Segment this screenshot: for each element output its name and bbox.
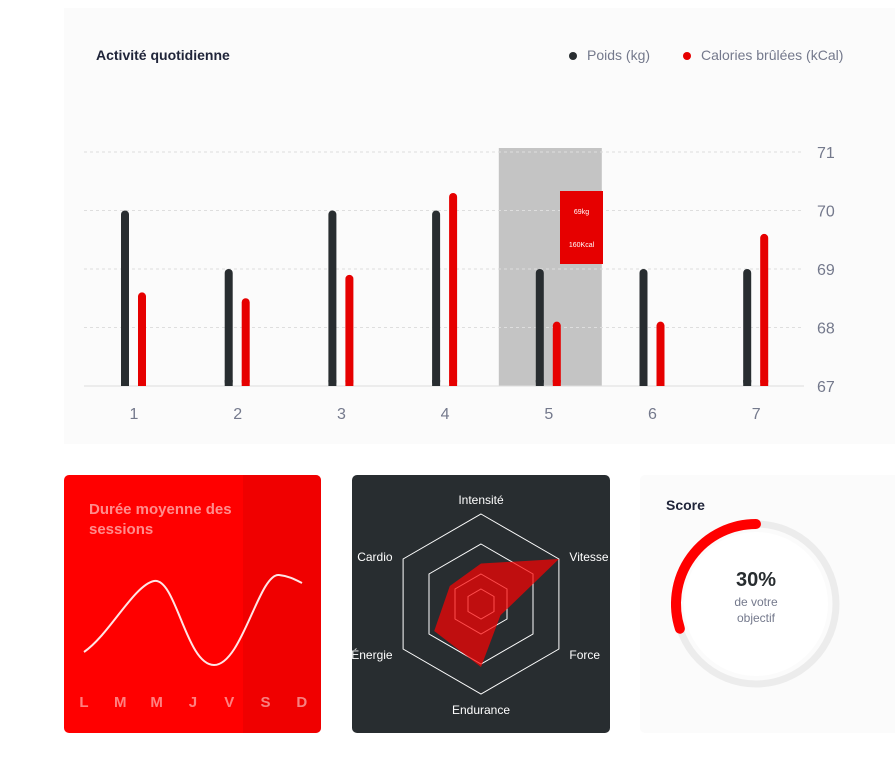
weight-bar-base: [432, 380, 441, 386]
weight-bar-base: [121, 380, 129, 386]
weight-bar: [432, 210, 441, 387]
weight-bar-base: [224, 380, 233, 386]
calories-bar: [760, 233, 769, 387]
calories-bar-base: [138, 380, 146, 386]
score-chart: Score 30% de votre objectif: [666, 497, 840, 688]
weight-bar-base: [328, 380, 337, 386]
daily-activity-chart: Activité quotidienne Poids (kg) Calories…: [84, 47, 843, 423]
calories-bar-base: [345, 380, 354, 386]
activity-x-tick: 1: [130, 406, 139, 423]
activity-x-tick: 5: [544, 406, 553, 423]
performance-radar-panel: Intensité Vitesse Force Endurance Énergie Car…: [352, 475, 610, 733]
sessions-title: Durée moyenne des sessions: [89, 501, 232, 538]
sessions-day-label: M: [150, 694, 163, 711]
activity-x-tick: 2: [233, 406, 242, 423]
activity-y-tick: 70: [817, 204, 835, 221]
legend-weight-dot: [569, 52, 577, 60]
legend-calories-dot: [683, 52, 691, 60]
activity-tooltip: 69kg 160Kcal: [560, 191, 603, 264]
weight-bar: [639, 269, 648, 387]
calories-bar: [656, 321, 665, 387]
radar-axis-label: Force: [569, 648, 600, 662]
weight-bar-base: [535, 380, 544, 386]
hovered-day-highlight: [498, 148, 602, 386]
sessions-day-label: S: [260, 694, 270, 711]
sessions-title-wrap: Durée moyenne des sessions: [89, 501, 232, 538]
activity-y-tick: 68: [817, 321, 835, 338]
radar-area: [434, 559, 559, 667]
weight-bar-base: [639, 380, 648, 386]
activity-title: Activité quotidienne: [96, 47, 230, 63]
legend-calories-label: Calories brûlées (kCal): [701, 47, 843, 63]
tooltip-calories: 160Kcal: [569, 242, 595, 249]
average-sessions-panel: Durée moyenne des sessions L M M J V S D: [64, 475, 321, 733]
radar-axis-label: Endurance: [452, 703, 510, 717]
score-caption-line1: de votre: [734, 595, 778, 609]
daily-activity-panel: Activité quotidienne Poids (kg) Calories…: [64, 8, 895, 444]
activity-y-tick: 71: [817, 145, 835, 162]
weight-bar: [535, 269, 544, 387]
activity-y-tick: 69: [817, 262, 835, 279]
radar-axis-label: Vitesse: [569, 550, 608, 564]
activity-x-tick: 3: [337, 406, 346, 423]
tooltip-box: [560, 191, 603, 264]
sessions-day-label: D: [296, 694, 307, 711]
radar-axis-label: Intensité: [458, 493, 504, 507]
calories-bar: [241, 298, 250, 387]
weight-bar: [121, 210, 129, 387]
calories-bar: [138, 292, 146, 387]
activity-x-tick: 4: [441, 406, 450, 423]
calories-bar-base: [656, 380, 665, 386]
calories-bar-base: [241, 380, 250, 386]
sessions-day-label: L: [79, 694, 88, 711]
calories-bar-base: [449, 380, 458, 386]
legend-weight-label: Poids (kg): [587, 47, 650, 63]
weight-bar: [328, 210, 337, 387]
sessions-day-label: V: [224, 694, 234, 711]
calories-bar: [449, 192, 458, 387]
weight-bar-base: [743, 380, 752, 386]
calories-bar-base: [552, 380, 561, 386]
score-panel: Score 30% de votre objectif: [640, 475, 895, 733]
sessions-day-label: M: [114, 694, 127, 711]
score-title: Score: [666, 497, 705, 513]
activity-x-tick: 7: [752, 406, 761, 423]
activity-bars: [121, 192, 769, 387]
activity-x-axis: 1 2 3 4 5 6 7: [130, 406, 761, 423]
radar-axis-label: Cardio: [357, 550, 393, 564]
calories-bar: [345, 274, 354, 387]
radar-axis-label: Énergie: [352, 647, 393, 662]
activity-x-tick: 6: [648, 406, 657, 423]
tooltip-weight: 69kg: [574, 209, 589, 216]
calories-bar: [552, 321, 561, 387]
activity-legend: Poids (kg) Calories brûlées (kCal): [569, 47, 843, 63]
score-value: 30%: [736, 569, 776, 591]
calories-bar-base: [760, 380, 769, 386]
weight-bar: [224, 269, 233, 387]
sessions-day-label: J: [189, 694, 197, 711]
performance-radar-chart: Intensité Vitesse Force Endurance Énergie Car…: [352, 493, 609, 717]
activity-gridlines: [84, 151, 804, 387]
activity-y-axis: 67 68 69 70 71: [817, 145, 835, 396]
average-sessions-chart: Durée moyenne des sessions L M M J V S D: [79, 475, 321, 733]
score-caption-line2: objectif: [737, 611, 776, 625]
activity-y-tick: 67: [817, 379, 835, 396]
weight-bar: [743, 269, 752, 387]
